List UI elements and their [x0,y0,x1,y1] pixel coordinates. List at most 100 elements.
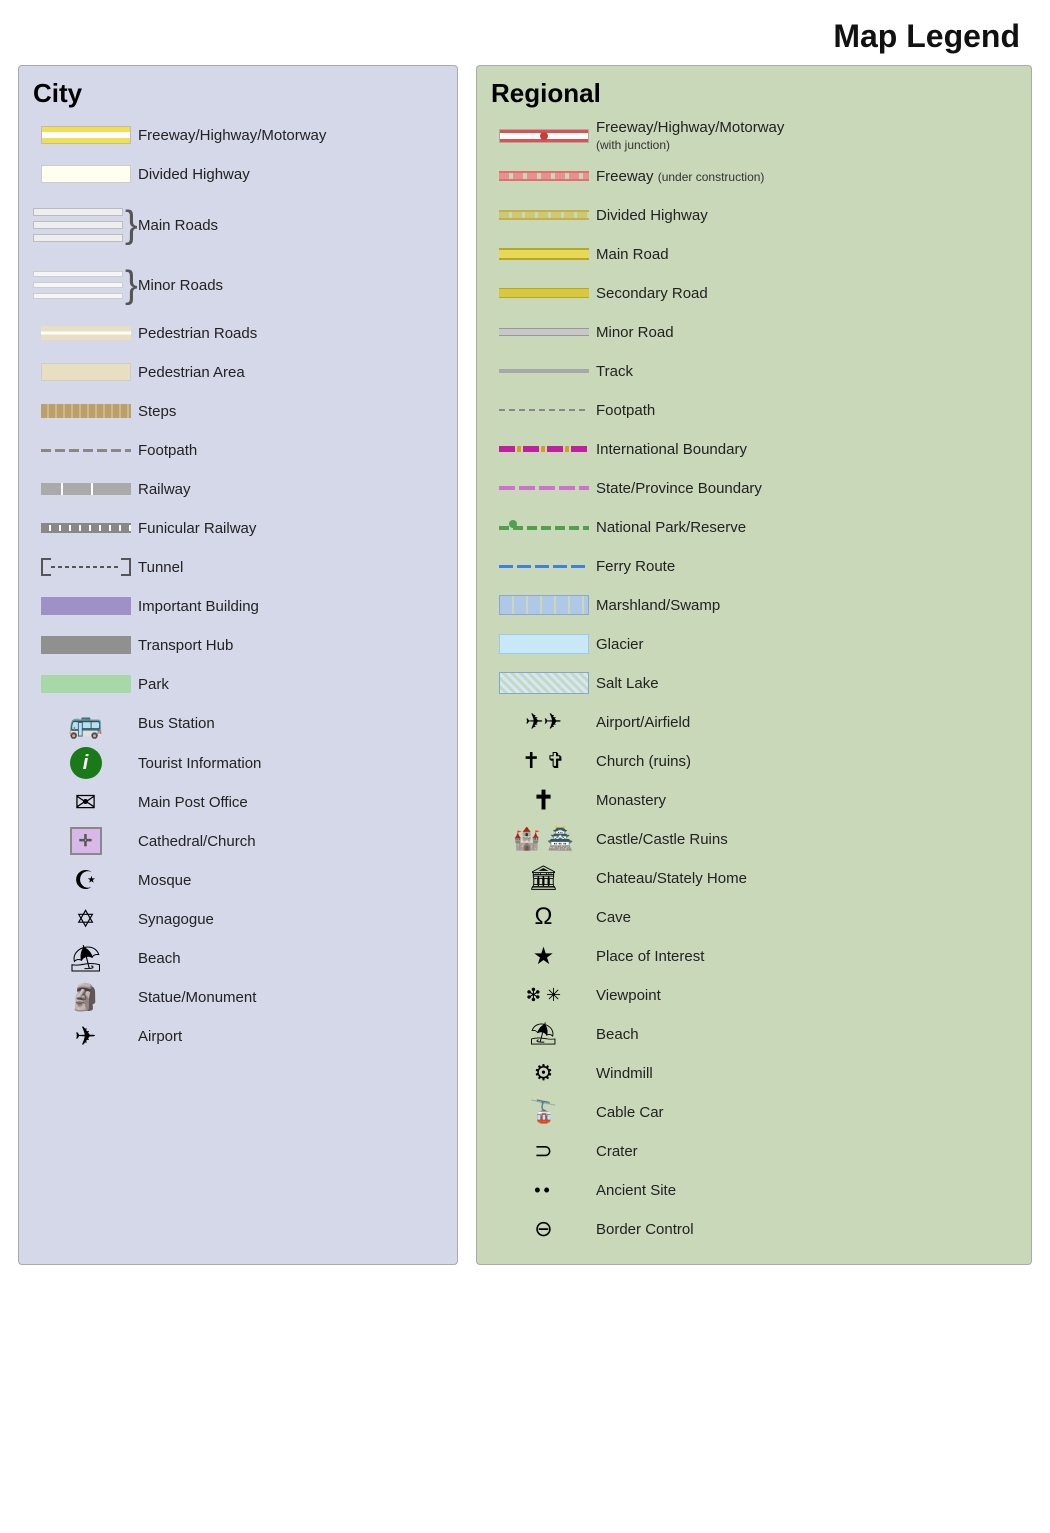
list-item: ⛱ Beach [33,942,443,974]
ancient-site-icon: •• [534,1180,553,1201]
list-item: ✝ Monastery [491,784,1017,816]
statue-label: Statue/Monument [138,989,443,1006]
reg-national-park-symbol [491,520,596,534]
reg-salt-lake-label: Salt Lake [596,675,1017,692]
reg-glacier-symbol [491,634,596,654]
reg-viewpoint-label: Viewpoint [596,987,1017,1004]
transport-hub-symbol [33,636,138,654]
railway-label: Railway [138,481,443,498]
columns-container: City Freeway/Highway/Motorway Divided Hi… [0,65,1050,1283]
footpath-label: Footpath [138,442,443,459]
reg-secondary-road-label: Secondary Road [596,285,1017,302]
post-office-symbol: ✉ [33,787,138,818]
transport-hub-label: Transport Hub [138,637,443,654]
list-item: Important Building [33,590,443,622]
list-item: Divided Highway [33,158,443,190]
list-item: 🚌 Bus Station [33,707,443,740]
list-item: ✝ ✞ Church (ruins) [491,745,1017,777]
list-item: ☪ Mosque [33,864,443,896]
reg-state-boundary-label: State/Province Boundary [596,480,1017,497]
reg-secondary-road-symbol [491,288,596,298]
reg-windmill-label: Windmill [596,1065,1017,1082]
list-item: Pedestrian Roads [33,317,443,349]
steps-symbol [33,404,138,418]
list-item: ★ Place of Interest [491,940,1017,972]
reg-divided-label: Divided Highway [596,207,1017,224]
reg-crater-label: Crater [596,1143,1017,1160]
reg-main-road-label: Main Road [596,246,1017,263]
important-building-symbol [33,597,138,615]
reg-windmill-symbol: ⚙ [491,1060,596,1086]
bracket-icon: } [125,206,138,244]
reg-freeway-construction-symbol [491,171,596,181]
list-item: Freeway/Highway/Motorway (with junction) [491,119,1017,153]
list-item: Salt Lake [491,667,1017,699]
list-item: ✉ Main Post Office [33,786,443,818]
bus-icon: 🚌 [68,707,103,740]
airport-symbol: ✈ [33,1021,138,1052]
regional-title: Regional [491,78,1017,109]
star-icon: ★ [533,942,555,971]
windmill-icon: ⚙ [534,1060,554,1086]
list-item: 🗿 Statue/Monument [33,981,443,1013]
reg-ancient-site-label: Ancient Site [596,1182,1017,1199]
reg-cable-car-label: Cable Car [596,1104,1017,1121]
list-item: Funicular Railway [33,512,443,544]
minor-roads-symbol: } [33,266,138,304]
footpath-symbol [33,449,138,452]
mosque-symbol: ☪ [33,865,138,896]
reg-minor-road-symbol [491,328,596,336]
monastery-icon: ✝ [533,785,555,816]
beach-umbrella-icon: ⛱ [530,1021,558,1047]
mosque-label: Mosque [138,872,443,889]
list-item: ✈ Airport [33,1020,443,1052]
list-item: Marshland/Swamp [491,589,1017,621]
list-item: Ω Cave [491,901,1017,933]
list-item: Footpath [491,394,1017,426]
reg-footpath-label: Footpath [596,402,1017,419]
funicular-symbol [33,523,138,533]
cathedral-symbol: ✛ [33,827,138,855]
chateau-icon: 🏛 [528,864,558,893]
list-item: National Park/Reserve [491,511,1017,543]
beach-symbol: ⛱ [33,943,138,974]
important-building-label: Important Building [138,598,443,615]
freeway-symbol [33,126,138,144]
reg-monastery-symbol: ✝ [491,785,596,816]
reg-cable-car-symbol: 🚡 [491,1099,596,1125]
reg-footpath-symbol [491,409,596,411]
reg-cave-label: Cave [596,909,1017,926]
funicular-label: Funicular Railway [138,520,443,537]
tourist-info-symbol: i [33,747,138,779]
church-icon: ✛ [70,827,102,855]
reg-beach-label: Beach [596,1026,1017,1043]
list-item: } Minor Roads [33,260,443,310]
synagogue-symbol: ✡ [33,905,138,934]
border-control-icon: ⊖ [534,1216,552,1242]
tunnel-symbol [33,558,138,576]
pedestrian-area-label: Pedestrian Area [138,364,443,381]
steps-label: Steps [138,403,443,420]
reg-crater-symbol: ⊃ [491,1138,596,1164]
city-section: City Freeway/Highway/Motorway Divided Hi… [18,65,458,1265]
regional-section: Regional Freeway/Highway/Motorway (with … [476,65,1032,1265]
park-symbol [33,675,138,693]
castle-icon: 🏰 🏯 [513,826,574,852]
post-office-label: Main Post Office [138,794,443,811]
bus-station-symbol: 🚌 [33,707,138,740]
list-item: Tunnel [33,551,443,583]
reg-interest-symbol: ★ [491,942,596,971]
list-item: •• Ancient Site [491,1174,1017,1206]
tourist-info-label: Tourist Information [138,755,443,772]
reg-national-park-label: National Park/Reserve [596,519,1017,536]
list-item: ⛱ Beach [491,1018,1017,1050]
list-item: Freeway (under construction) [491,160,1017,192]
list-item: Footpath [33,434,443,466]
reg-beach-symbol: ⛱ [491,1021,596,1047]
reg-chateau-symbol: 🏛 [491,864,596,893]
reg-church-symbol: ✝ ✞ [491,748,596,774]
reg-interest-label: Place of Interest [596,948,1017,965]
info-icon: i [70,747,102,779]
list-item: Main Road [491,238,1017,270]
statue-icon: 🗿 [69,982,101,1013]
